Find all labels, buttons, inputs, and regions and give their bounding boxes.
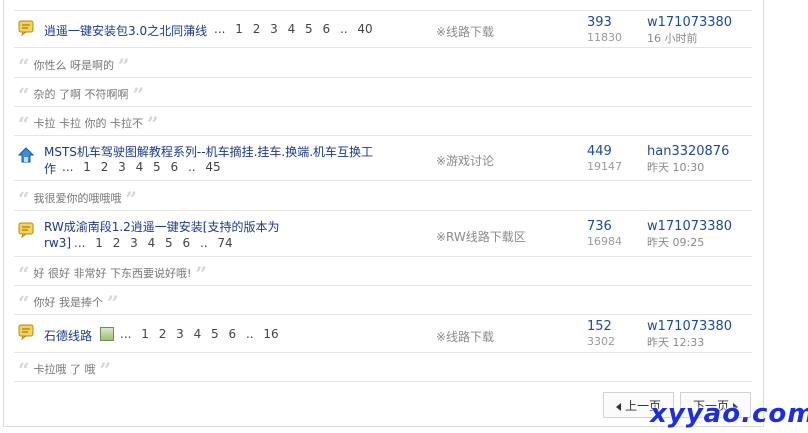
- row-divider: [14, 47, 752, 48]
- speech-bubble-icon: [18, 324, 34, 340]
- comment-preview: “卡拉哦 了 哦”: [18, 358, 112, 382]
- row-divider: [14, 210, 752, 211]
- view-count: 3302: [587, 335, 615, 348]
- topic-forum-label[interactable]: ※RW线路下载区: [436, 228, 526, 245]
- view-count: 19147: [587, 160, 622, 173]
- view-count: 11830: [587, 31, 622, 44]
- topic-page-links[interactable]: ... 1 2 3 4 5 6 .. 40: [214, 22, 373, 36]
- row-divider: [14, 381, 752, 382]
- up-arrow-house-icon: [18, 147, 34, 163]
- last-post-time: 昨天 12:33: [647, 336, 705, 349]
- row-divider: [14, 352, 752, 353]
- topic-title-link[interactable]: MSTS机车驾驶图解教程系列--机车摘挂.挂车.换端.机车互换工: [44, 143, 373, 160]
- comment-text: 好 很好 非常好 下东西要说好哦!: [33, 267, 192, 280]
- comment-preview: “杂的 了啊 不符啊啊”: [18, 83, 145, 107]
- view-count: 16984: [587, 235, 622, 248]
- comment-preview: “你性么 呀是啊的”: [18, 54, 130, 78]
- reply-count: 393: [587, 15, 612, 30]
- last-post-time: 昨天 10:30: [647, 161, 705, 174]
- topic-title-link[interactable]: 逍遥一键安装包3.0之北同蒲线: [44, 22, 207, 39]
- topic-forum-label[interactable]: ※线路下载: [436, 23, 494, 40]
- reply-count: 449: [587, 144, 612, 159]
- reply-count: 152: [587, 319, 612, 334]
- previous-row-edge: [14, 0, 752, 11]
- row-divider: [14, 135, 752, 136]
- comment-text: 你好 我是捧个: [33, 296, 104, 309]
- image-attachment-icon: [100, 327, 114, 341]
- topic-title-link[interactable]: 石德线路: [44, 327, 92, 344]
- comment-preview: “你好 我是捧个”: [18, 291, 119, 315]
- site-watermark: xyyao.com: [650, 399, 808, 429]
- topic-title-link-cont[interactable]: rw3]: [44, 236, 71, 250]
- comment-text: 你性么 呀是啊的: [33, 59, 115, 72]
- comment-text: 卡拉 卡拉 你的 卡拉不: [33, 117, 144, 130]
- speech-bubble-icon: [18, 222, 34, 238]
- topic-forum-label[interactable]: ※线路下载: [436, 328, 494, 345]
- topic-page-links[interactable]: ... 1 2 3 4 5 6 .. 16: [120, 327, 279, 341]
- comment-preview: “我很爱你的哦哦哦”: [18, 187, 138, 211]
- comment-preview: “好 很好 非常好 下东西要说好哦!”: [18, 262, 207, 286]
- row-divider: [14, 106, 752, 107]
- row-divider: [14, 77, 752, 78]
- last-post-time: 16 小时前: [647, 32, 698, 45]
- comment-text: 卡拉哦 了 哦: [33, 363, 96, 376]
- topic-page-links[interactable]: ... 1 2 3 4 5 6 .. 74: [74, 236, 233, 250]
- last-poster-link[interactable]: han3320876: [647, 144, 729, 159]
- topic-title-link-cont[interactable]: 作: [44, 160, 56, 177]
- topic-title-link[interactable]: RW成渝南段1.2逍遥一键安装[支持的版本为: [44, 218, 279, 235]
- topic-page-links[interactable]: ... 1 2 3 4 5 6 .. 45: [62, 160, 221, 174]
- topic-forum-label[interactable]: ※游戏讨论: [436, 152, 494, 169]
- row-divider: [14, 256, 752, 257]
- last-poster-link[interactable]: w171073380: [647, 319, 732, 334]
- last-poster-link[interactable]: w171073380: [647, 15, 732, 30]
- speech-bubble-icon: [18, 20, 34, 36]
- chevron-left-icon: [615, 402, 621, 411]
- comment-preview: “卡拉 卡拉 你的 卡拉不”: [18, 112, 159, 136]
- row-divider: [14, 314, 752, 315]
- row-divider: [14, 180, 752, 181]
- last-post-time: 昨天 09:25: [647, 236, 705, 249]
- last-poster-link[interactable]: w171073380: [647, 219, 732, 234]
- row-divider: [14, 285, 752, 286]
- reply-count: 736: [587, 219, 612, 234]
- comment-text: 我很爱你的哦哦哦: [33, 192, 122, 205]
- comment-text: 杂的 了啊 不符啊啊: [33, 88, 129, 101]
